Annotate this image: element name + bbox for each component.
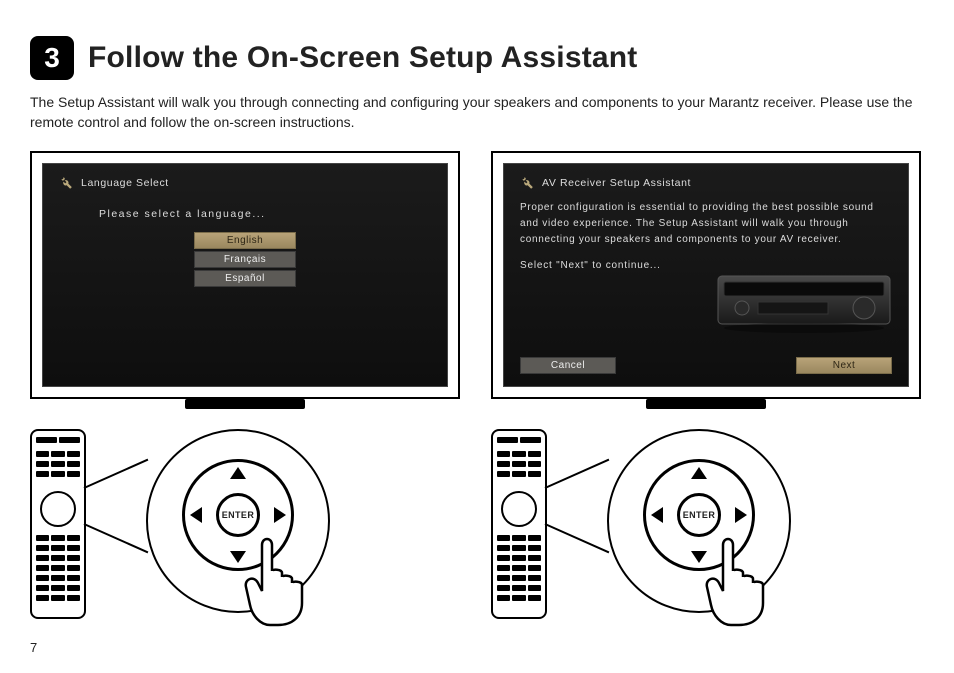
tv-left-wrap: Language Select Please select a language… [30,151,463,399]
screen-title-row: Language Select [59,176,431,190]
tv-screen-right: AV Receiver Setup Assistant Proper confi… [503,163,909,387]
callout-line [545,523,610,553]
tv-button-row: Cancel Next [520,357,892,374]
language-option-espanol[interactable]: Español [194,270,296,287]
remote-diagram-right: ENTER [491,429,924,619]
dpad-callout: ENTER [547,429,924,619]
next-button[interactable]: Next [796,357,892,374]
screen-right-title: AV Receiver Setup Assistant [542,177,691,189]
av-receiver-illustration [714,258,894,336]
language-prompt: Please select a language... [99,208,431,220]
callout-line [84,458,149,488]
arrow-right-icon [274,507,286,523]
tv-screen-left: Language Select Please select a language… [42,163,448,387]
hand-pointer-icon [703,525,813,635]
remotes-row: ENTER [30,429,924,619]
tv-screens-row: Language Select Please select a language… [30,151,924,399]
intro-text: The Setup Assistant will walk you throug… [30,92,924,133]
callout-line [545,458,610,488]
heading-row: 3 Follow the On-Screen Setup Assistant [30,36,924,80]
arrow-left-icon [190,507,202,523]
arrow-up-icon [691,467,707,479]
tools-icon [59,176,73,190]
arrow-right-icon [735,507,747,523]
language-option-english[interactable]: English [194,232,296,249]
remote-control-illustration [491,429,547,619]
manual-page: 3 Follow the On-Screen Setup Assistant T… [0,0,954,673]
language-list: English Français Español [59,232,431,287]
remote-control-illustration [30,429,86,619]
page-number: 7 [30,640,37,655]
remote-diagram-left: ENTER [30,429,463,619]
page-title: Follow the On-Screen Setup Assistant [88,41,638,75]
callout-line [84,523,149,553]
hand-pointer-icon [242,525,352,635]
cancel-button[interactable]: Cancel [520,357,616,374]
language-option-francais[interactable]: Français [194,251,296,268]
dpad-callout: ENTER [86,429,463,619]
tools-icon [520,176,534,190]
step-number-badge: 3 [30,36,74,80]
arrow-left-icon [651,507,663,523]
screen-left-title: Language Select [81,177,169,189]
screen-title-row: AV Receiver Setup Assistant [520,176,892,190]
tv-frame-left: Language Select Please select a language… [30,151,460,399]
tv-right-wrap: AV Receiver Setup Assistant Proper confi… [491,151,924,399]
tv-frame-right: AV Receiver Setup Assistant Proper confi… [491,151,921,399]
assistant-body-text: Proper configuration is essential to pro… [520,200,892,248]
arrow-up-icon [230,467,246,479]
